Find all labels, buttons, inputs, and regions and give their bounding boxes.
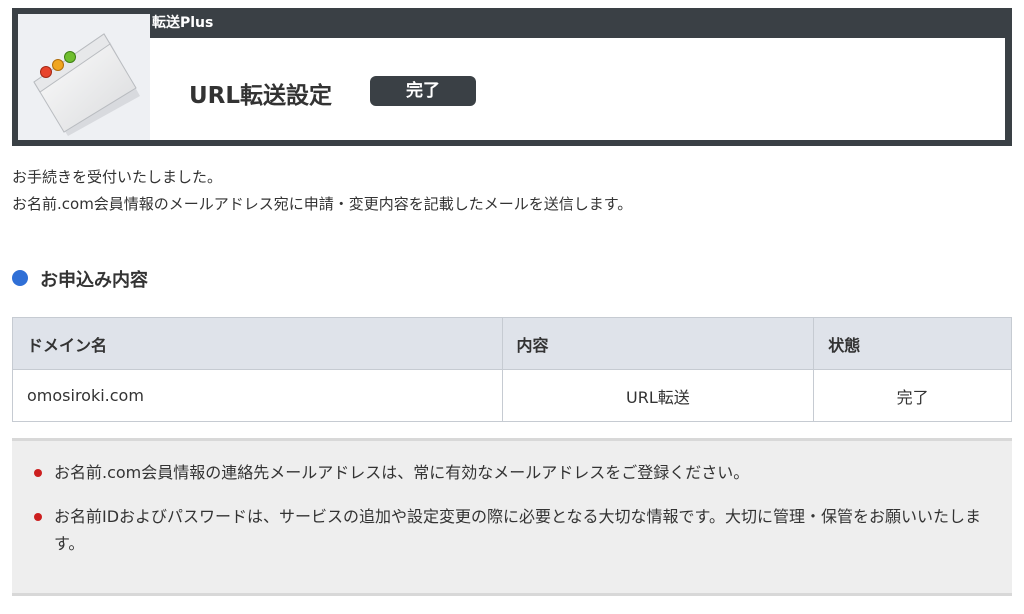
header-panel: 転送Plus URL転送設定 完了 [12, 8, 1012, 146]
service-name: 転送Plus [152, 15, 214, 31]
browser-window-icon [33, 33, 140, 136]
cell-status: 完了 [813, 369, 1012, 422]
section-title: お申込み内容 [40, 270, 148, 291]
email-notice-message: お名前.com会員情報のメールアドレス宛に申請・変更内容を記載したメールを送信し… [12, 195, 633, 213]
column-header-content: 内容 [501, 317, 815, 370]
notice-text: お名前.com会員情報の連絡先メールアドレスは、常に有効なメールアドレスをご登録… [54, 463, 750, 482]
cell-content: URL転送 [501, 369, 815, 422]
service-icon-box [18, 14, 150, 140]
list-item: お名前IDおよびパスワードは、サービスの追加や設定変更の際に必要となる大切な情報… [34, 503, 984, 557]
bullet-icon [34, 513, 42, 521]
notice-text: お名前IDおよびパスワードは、サービスの追加や設定変更の際に必要となる大切な情報… [54, 507, 981, 553]
confirmation-message: お手続きを受付いたしました。 [12, 168, 223, 186]
column-header-domain: ドメイン名 [12, 317, 503, 370]
section-dot-icon [12, 270, 28, 286]
notice-box: お名前.com会員情報の連絡先メールアドレスは、常に有効なメールアドレスをご登録… [12, 438, 1012, 596]
header-content: URL転送設定 完了 [150, 38, 1005, 140]
list-item: お名前.com会員情報の連絡先メールアドレスは、常に有効なメールアドレスをご登録… [34, 459, 984, 486]
column-header-status: 状態 [813, 317, 1012, 370]
application-table: ドメイン名 内容 状態 omosiroki.com URL転送 完了 [12, 317, 1012, 422]
cell-domain: omosiroki.com [12, 369, 503, 422]
table-header-row: ドメイン名 内容 状態 [12, 317, 1012, 370]
table-row: omosiroki.com URL転送 完了 [12, 369, 1012, 422]
bullet-icon [34, 469, 42, 477]
status-badge: 完了 [370, 76, 476, 106]
page-title: URL転送設定 [189, 83, 333, 109]
